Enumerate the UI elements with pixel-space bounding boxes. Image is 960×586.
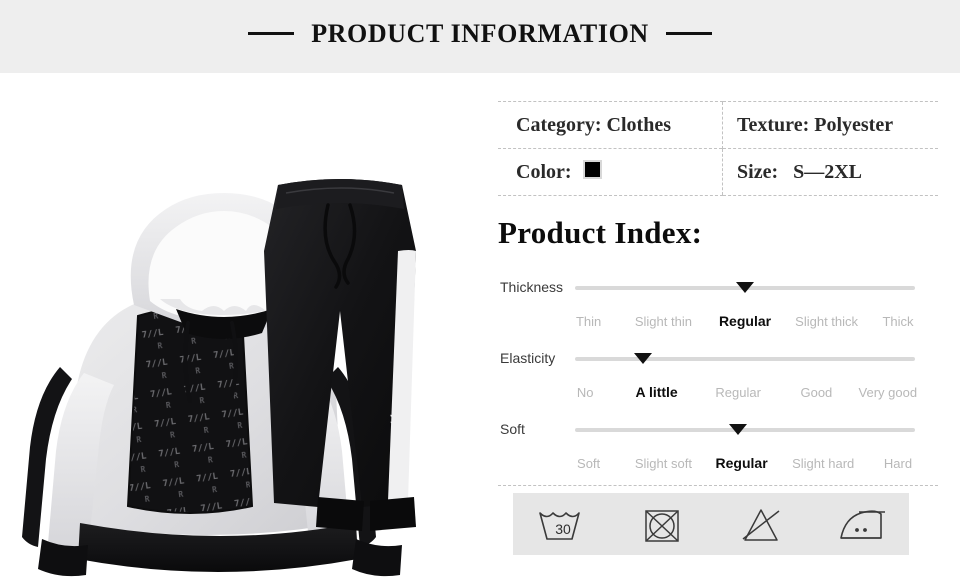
category-label: Category: bbox=[516, 113, 602, 136]
index-scale-option[interactable]: Regular bbox=[719, 313, 771, 329]
index-scale-option[interactable]: Slight soft bbox=[635, 456, 692, 471]
index-row-thickness: Thickness Thin Slight thin Regular Slight th… bbox=[480, 271, 960, 342]
index-slider-marker[interactable] bbox=[634, 353, 652, 364]
spec-table: Category: Clothes Texture: Polyester Col… bbox=[498, 101, 938, 196]
index-row-label: Soft bbox=[500, 421, 525, 437]
do-not-bleach-icon bbox=[742, 509, 779, 541]
product-photo: 7//L R bbox=[0, 73, 480, 586]
care-instructions-strip: 30 bbox=[513, 493, 909, 555]
do-not-tumble-dry-icon bbox=[644, 510, 679, 542]
joggers-cuff-left bbox=[316, 497, 364, 531]
color-cell: Color: bbox=[498, 148, 723, 196]
category-value: Clothes bbox=[606, 113, 671, 136]
index-scale-option[interactable]: Slight thin bbox=[635, 314, 692, 329]
index-scale-option[interactable]: Soft bbox=[577, 456, 600, 471]
product-image-pane: 7//L R bbox=[0, 73, 480, 586]
title-rule-left-icon bbox=[248, 32, 295, 35]
texture-cell: Texture: Polyester bbox=[722, 101, 938, 149]
color-swatch bbox=[582, 160, 602, 179]
wash-30-icon: 30 bbox=[538, 512, 580, 540]
table-row: Category: Clothes Texture: Polyester bbox=[498, 101, 938, 149]
title-rule-right-icon bbox=[665, 32, 712, 35]
product-info-pane: Category: Clothes Texture: Polyester Col… bbox=[480, 73, 960, 586]
index-scale-option[interactable]: Regular bbox=[716, 455, 768, 471]
texture-label: Texture: bbox=[737, 113, 810, 136]
index-row-elasticity: Elasticity No A little Regular Good Very good bbox=[480, 342, 960, 413]
index-scale-option[interactable]: Thick bbox=[882, 314, 913, 329]
color-label: Color: bbox=[516, 161, 572, 183]
index-row-label: Thickness bbox=[500, 279, 564, 295]
index-slider-marker[interactable] bbox=[729, 424, 748, 435]
index-row-label: Elasticity bbox=[500, 350, 556, 366]
page-header-inner: PRODUCT INFORMATION bbox=[248, 19, 712, 49]
size-cell: Size: S—2XL bbox=[722, 148, 938, 196]
product-index-heading: Product Index: bbox=[498, 215, 703, 250]
page-header: PRODUCT INFORMATION bbox=[0, 0, 960, 73]
index-scale-option[interactable]: Slight hard bbox=[792, 456, 854, 471]
index-scale: Thin Slight thin Regular Slight thick Thick bbox=[575, 303, 915, 329]
iron-low-icon bbox=[839, 510, 885, 539]
index-scale-option[interactable]: Hard bbox=[884, 456, 912, 471]
table-row: Color: Size: S—2XL bbox=[498, 148, 938, 196]
index-scale-option[interactable]: Slight thick bbox=[795, 314, 858, 329]
index-scale-option[interactable]: A little bbox=[635, 384, 677, 400]
texture-value: Polyester bbox=[814, 113, 894, 136]
care-divider bbox=[498, 485, 938, 486]
index-scale-option[interactable]: Very good bbox=[859, 385, 918, 400]
index-scale-option[interactable]: Good bbox=[800, 385, 832, 400]
wash-temp-text: 30 bbox=[555, 521, 571, 537]
index-slider-marker[interactable] bbox=[736, 282, 754, 293]
index-row-soft: Soft Soft Slight soft Regular Slight hard Har… bbox=[480, 413, 960, 484]
joggers-cuff-right bbox=[370, 497, 416, 531]
product-index-rows: Thickness Thin Slight thin Regular Slight th… bbox=[480, 271, 960, 484]
size-value: S—2XL bbox=[793, 160, 863, 183]
index-scale-option[interactable]: Thin bbox=[576, 314, 601, 329]
index-scale: No A little Regular Good Very good bbox=[575, 374, 918, 400]
index-scale: Soft Slight soft Regular Slight hard Hard bbox=[575, 445, 915, 471]
category-cell: Category: Clothes bbox=[498, 101, 723, 149]
page-title: PRODUCT INFORMATION bbox=[311, 18, 649, 48]
size-label: Size: bbox=[737, 160, 779, 183]
index-slider-track[interactable] bbox=[575, 357, 915, 361]
index-scale-option[interactable]: No bbox=[577, 385, 594, 400]
index-scale-option[interactable]: Regular bbox=[715, 385, 761, 400]
